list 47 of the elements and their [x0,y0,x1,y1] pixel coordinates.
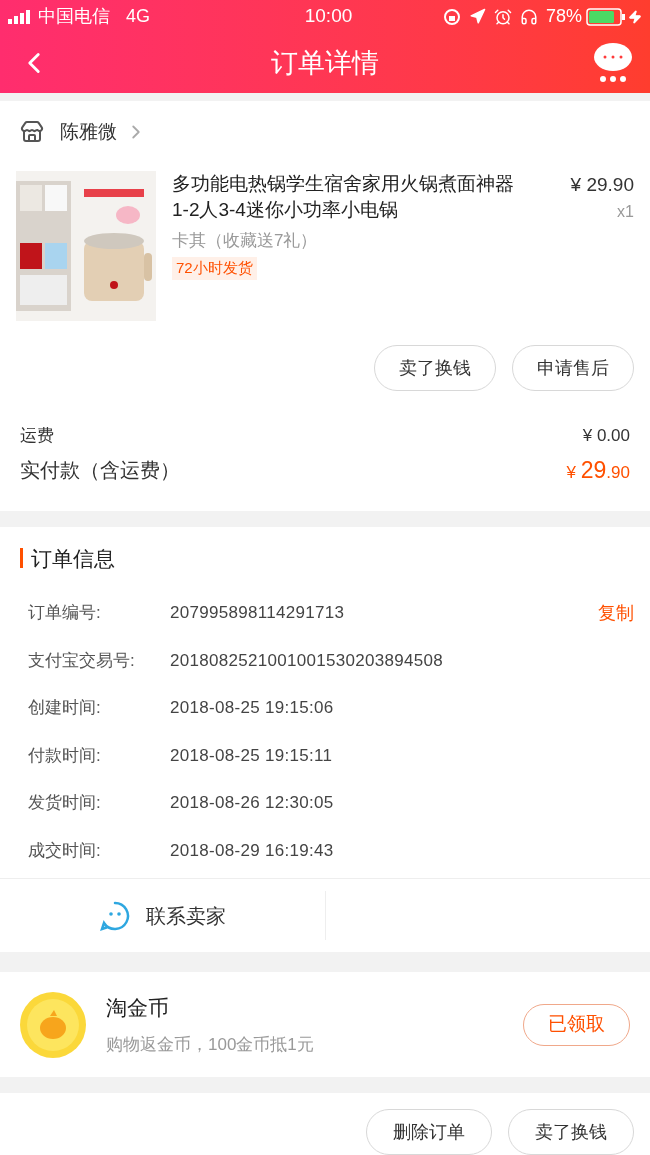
location-arrow-icon [468,8,486,25]
shipping-tag: 72小时发货 [172,257,257,280]
headphones-icon [519,7,538,26]
info-value: 207995898114291713 [170,602,345,625]
product-title: 多功能电热锅学生宿舍家用火锅煮面神器1-2人3-4迷你小功率小电锅 [172,172,515,223]
page-title: 订单详情 [271,46,379,80]
charging-icon [628,9,642,24]
info-label: 付款时间: [28,744,102,767]
coin-icon [20,991,86,1058]
rotation-lock-icon [442,7,461,26]
order-action-button[interactable]: 删除订单 [366,1109,492,1155]
info-label: 成交时间: [28,839,102,862]
coin-title: 淘金币 [106,995,170,1022]
shipping-fee: ¥ 0.00 [582,425,630,448]
info-value: 2018-08-26 12:30:05 [170,792,334,815]
action-button[interactable]: 申请售后 [512,345,634,392]
action-button[interactable]: 卖了换钱 [374,345,496,392]
product-variant: 卡其（收藏送7礼） [172,229,318,252]
info-value: 2018082521001001530203894508 [170,649,444,672]
total-paid-amount: ¥ 29.90 [566,455,630,485]
status-time: 10:00 [303,4,353,29]
info-value: 2018-08-25 19:15:06 [170,697,334,720]
shop-icon [20,120,44,145]
product-quantity: x1 [617,201,634,222]
total-paid-label: 实付款（含运费） [20,458,180,484]
info-label: 创建时间: [28,697,102,720]
chat-bubble-icon [592,42,634,85]
chat-face-icon [99,900,130,931]
shop-name[interactable]: 陈雅微 [60,118,117,147]
product-price: ¥ 29.90 [570,173,634,198]
info-label: 发货时间: [28,792,102,815]
info-label: 订单编号: [28,602,102,625]
section-title: 订单信息 [31,545,115,572]
info-value: 2018-08-25 19:15:11 [170,744,333,767]
info-value: 2018-08-29 16:19:43 [170,839,334,862]
battery-percent: 78% [545,5,582,28]
shipping-label: 运费 [20,425,54,448]
coin-description: 购物返金币，100金币抵1元 [106,1033,314,1056]
alarm-icon [493,7,512,26]
order-action-button[interactable]: 卖了换钱 [508,1109,634,1155]
contact-seller-button[interactable]: 联系卖家 [145,900,226,931]
network-type: 4G [126,5,150,28]
carrier-name: 中国电信 [38,5,110,28]
battery-icon [586,7,626,26]
section-marker [20,548,23,569]
message-button[interactable] [592,42,634,85]
info-label: 支付宝交易号: [28,649,136,672]
